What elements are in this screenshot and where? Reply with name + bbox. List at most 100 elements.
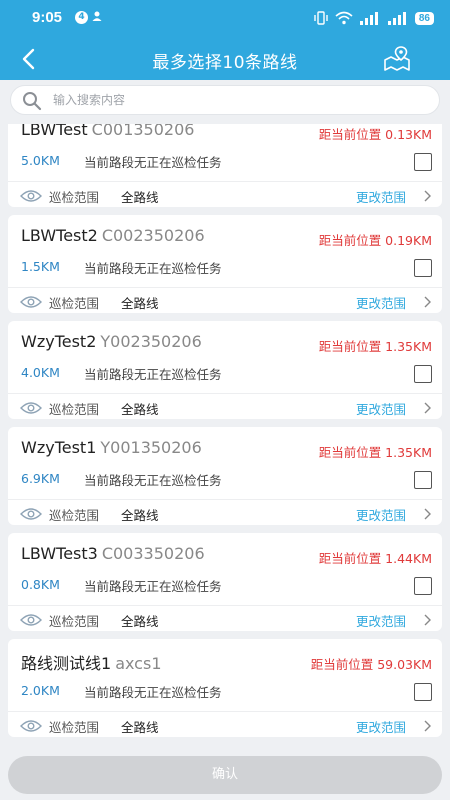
route-checkbox[interactable]	[414, 471, 432, 489]
route-name: WzyTest2	[21, 332, 97, 351]
route-status: 当前路段无正在巡检任务	[84, 261, 222, 276]
route-code: C001350206	[91, 124, 195, 139]
route-length: 5.0KM	[21, 153, 60, 168]
route-code: C002350206	[101, 226, 205, 245]
change-scope-link[interactable]: 更改范围	[356, 187, 406, 206]
scope-value: 全路线	[121, 720, 159, 735]
route-card[interactable]: LBWTest C001350206 距当前位置 0.13KM 5.0KM 当前路…	[8, 124, 442, 207]
eye-icon	[20, 402, 42, 414]
route-status: 当前路段无正在巡检任务	[84, 367, 222, 382]
chevron-right-icon[interactable]	[422, 190, 432, 202]
scope-label: 巡检范围	[49, 614, 100, 629]
chevron-right-icon[interactable]	[422, 720, 432, 732]
route-name: LBWTest2	[21, 226, 98, 245]
signal-icon-2	[387, 12, 406, 25]
route-title: LBWTest2 C002350206	[21, 226, 205, 245]
route-distance: 距当前位置 59.03KM	[310, 657, 432, 672]
scope-label: 巡检范围	[49, 508, 100, 523]
change-scope-link[interactable]: 更改范围	[356, 611, 406, 630]
card-divider	[8, 181, 442, 182]
eye-icon	[20, 296, 42, 308]
route-status: 当前路段无正在巡检任务	[84, 473, 222, 488]
route-checkbox[interactable]	[414, 683, 432, 701]
scope-value: 全路线	[121, 402, 159, 417]
scope-value: 全路线	[121, 296, 159, 311]
route-title: WzyTest1 Y001350206	[21, 438, 202, 457]
scope-label: 巡检范围	[49, 190, 100, 205]
wifi-icon	[335, 11, 353, 25]
route-code: C003350206	[101, 544, 205, 563]
notification-badge: 4	[75, 11, 88, 24]
route-title: 路线测试线1 axcs1	[21, 650, 162, 674]
route-title: LBWTest3 C003350206	[21, 544, 205, 563]
navbar: 最多选择10条路线	[0, 36, 450, 80]
route-status: 当前路段无正在巡检任务	[84, 579, 222, 594]
route-checkbox[interactable]	[414, 365, 432, 383]
search-input[interactable]	[53, 86, 423, 114]
route-title: WzyTest2 Y002350206	[21, 332, 202, 351]
card-divider	[8, 393, 442, 394]
status-icons: 86	[313, 9, 434, 27]
chevron-right-icon[interactable]	[422, 614, 432, 626]
route-checkbox[interactable]	[414, 577, 432, 595]
route-name: LBWTest3	[21, 544, 98, 563]
route-name: WzyTest1	[21, 438, 97, 457]
route-distance: 距当前位置 1.35KM	[318, 339, 432, 354]
route-length: 4.0KM	[21, 365, 60, 380]
change-scope-link[interactable]: 更改范围	[356, 399, 406, 418]
person-icon	[92, 11, 102, 21]
change-scope-link[interactable]: 更改范围	[356, 293, 406, 312]
eye-icon	[20, 614, 42, 626]
route-card[interactable]: WzyTest2 Y002350206 距当前位置 1.35KM 4.0KM 当前…	[8, 321, 442, 419]
footer: 确认	[0, 748, 450, 800]
chevron-right-icon[interactable]	[422, 296, 432, 308]
scope-value: 全路线	[121, 508, 159, 523]
scope-value: 全路线	[121, 190, 159, 205]
route-name: LBWTest	[21, 124, 88, 139]
route-distance: 距当前位置 0.19KM	[318, 233, 432, 248]
route-checkbox[interactable]	[414, 153, 432, 171]
status-time: 9:05	[32, 9, 63, 26]
card-divider	[8, 711, 442, 712]
route-status: 当前路段无正在巡检任务	[84, 155, 222, 170]
route-length: 2.0KM	[21, 683, 60, 698]
scope-label: 巡检范围	[49, 720, 100, 735]
eye-icon	[20, 190, 42, 202]
route-distance: 距当前位置 0.13KM	[318, 127, 432, 142]
eye-icon	[20, 508, 42, 520]
route-code: Y001350206	[100, 438, 202, 457]
route-length: 1.5KM	[21, 259, 60, 274]
card-divider	[8, 605, 442, 606]
chevron-right-icon[interactable]	[422, 402, 432, 414]
route-card[interactable]: WzyTest1 Y001350206 距当前位置 1.35KM 6.9KM 当前…	[8, 427, 442, 525]
card-divider	[8, 287, 442, 288]
scope-label: 巡检范围	[49, 296, 100, 311]
search-box[interactable]	[10, 85, 440, 115]
route-status: 当前路段无正在巡检任务	[84, 685, 222, 700]
route-name: 路线测试线1	[21, 654, 112, 673]
route-distance: 距当前位置 1.35KM	[318, 445, 432, 460]
change-scope-link[interactable]: 更改范围	[356, 505, 406, 524]
route-code: axcs1	[115, 654, 162, 673]
route-checkbox[interactable]	[414, 259, 432, 277]
route-code: Y002350206	[100, 332, 202, 351]
route-length: 0.8KM	[21, 577, 60, 592]
route-title: LBWTest C001350206	[21, 124, 194, 139]
route-card[interactable]: LBWTest2 C002350206 距当前位置 0.19KM 1.5KM 当前…	[8, 215, 442, 313]
confirm-button[interactable]: 确认	[8, 756, 442, 794]
route-length: 6.9KM	[21, 471, 60, 486]
battery-indicator: 86	[414, 11, 434, 25]
change-scope-link[interactable]: 更改范围	[356, 717, 406, 736]
status-bar: 9:05 4 86	[0, 0, 450, 36]
search-bar-area	[0, 80, 450, 124]
map-pin-icon[interactable]	[382, 44, 412, 74]
route-card[interactable]: 路线测试线1 axcs1 距当前位置 59.03KM 2.0KM 当前路段无正在巡…	[8, 639, 442, 737]
chevron-right-icon[interactable]	[422, 508, 432, 520]
route-list: LBWTest C001350206 距当前位置 0.13KM 5.0KM 当前路…	[8, 124, 442, 748]
route-distance: 距当前位置 1.44KM	[318, 551, 432, 566]
card-divider	[8, 499, 442, 500]
eye-icon	[20, 720, 42, 732]
signal-icon	[359, 12, 378, 25]
scope-value: 全路线	[121, 614, 159, 629]
route-card[interactable]: LBWTest3 C003350206 距当前位置 1.44KM 0.8KM 当前…	[8, 533, 442, 631]
